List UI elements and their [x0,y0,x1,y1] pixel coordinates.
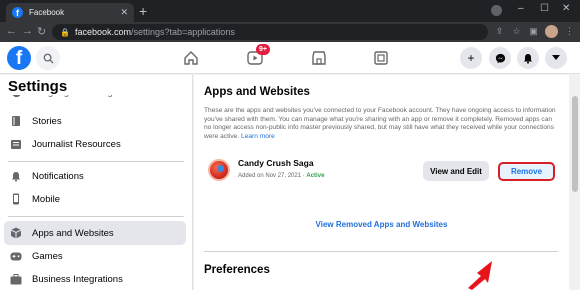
bell-icon [10,170,22,182]
briefcase-icon [10,273,22,285]
browser-tab-bar: f Facebook ✕ + – ☐ ✕ [0,0,580,22]
app-status-badge: Active [306,173,325,179]
sidebar-divider [8,161,184,162]
page-title: Settings [8,78,188,95]
close-tab-icon[interactable]: ✕ [120,7,128,18]
bookmark-star-icon[interactable]: ☆ [511,26,522,37]
facebook-header: f + [0,42,580,74]
reload-icon[interactable]: ↻ [37,25,46,38]
facebook-search-button[interactable] [36,46,60,70]
create-button[interactable]: + [460,47,482,69]
news-icon [10,138,22,150]
sidebar-item-journalist-resources[interactable]: Journalist Resources [4,132,186,156]
browser-tab[interactable]: f Facebook ✕ [6,3,134,22]
box-icon [10,227,22,239]
browser-menu-icon[interactable]: ⋮ [564,26,575,37]
app-added-date: Added on Nov 27, 2021 · [238,173,307,179]
maximize-icon[interactable]: ☐ [540,3,549,14]
gamepad-icon [10,250,22,262]
sidebar-item-label: Notifications [32,170,84,182]
sidebar-item-label: Games [32,250,63,262]
gaming-icon[interactable] [370,48,392,68]
share-icon[interactable]: ⇪ [494,26,505,37]
facebook-favicon-icon: f [12,7,23,18]
browser-profile-avatar[interactable] [545,25,558,38]
candy-crush-app-icon [208,159,230,181]
apps-and-websites-panel: Apps and Websites These are the apps and… [194,75,569,290]
view-and-edit-button[interactable]: View and Edit [423,161,489,181]
new-tab-button[interactable]: + [139,4,147,18]
section-description: These are the apps and websites you've c… [204,107,556,141]
sidebar-item-apps-and-websites[interactable]: Apps and Websites [4,221,186,245]
app-meta: Added on Nov 27, 2021 · Active [238,173,324,179]
sidebar-item-label: Journalist Resources [32,138,121,150]
pointer-arrow-annotation-icon [468,261,492,290]
preferences-heading: Preferences [204,264,270,276]
app-name[interactable]: Candy Crush Saga [238,158,314,168]
tab-search-icon[interactable] [491,5,502,16]
sidebar-item-stories[interactable]: Stories [4,109,186,133]
book-icon [10,115,22,127]
forward-icon[interactable]: → [22,25,33,37]
facebook-logo[interactable]: f [7,46,31,70]
section-title: Apps and Websites [204,86,310,98]
lock-icon: 🔒 [60,27,70,37]
messenger-icon[interactable] [489,47,511,69]
sidebar-item-label: Stories [32,115,62,127]
app-row: Candy Crush Saga Added on Nov 27, 2021 ·… [200,153,558,187]
notification-badge: 9+ [256,44,270,55]
section-divider [204,251,558,252]
home-icon[interactable] [180,48,202,68]
settings-sidebar: Language and Region Settings Stories Jou… [0,75,193,290]
sidebar-item-games[interactable]: Games [4,244,186,268]
search-icon [43,53,54,64]
marketplace-icon[interactable] [308,48,330,68]
sidebar-item-business-integrations[interactable]: Business Integrations [4,267,186,290]
sidebar-item-notifications[interactable]: Notifications [4,164,186,188]
scrollbar-thumb[interactable] [572,96,578,192]
remove-button[interactable]: Remove [498,162,555,181]
sidebar-item-label: Business Integrations [32,273,123,285]
address-bar-row: ← → ↻ 🔒 facebook.com /settings?tab=appli… [0,22,580,42]
back-icon[interactable]: ← [6,25,17,37]
window-close-icon[interactable]: ✕ [562,3,570,14]
extensions-icon[interactable]: ▣ [528,26,539,37]
url-path: /settings?tab=applications [131,27,235,37]
sidebar-divider [8,216,184,217]
sidebar-item-mobile[interactable]: Mobile [4,187,186,211]
url-input[interactable]: 🔒 facebook.com /settings?tab=application… [52,24,488,40]
tab-title: Facebook [29,8,65,17]
view-removed-apps-link[interactable]: View Removed Apps and Websites [194,220,569,229]
notifications-bell-icon[interactable] [517,47,539,69]
minimize-icon[interactable]: – [518,3,524,14]
learn-more-link[interactable]: Learn more [241,133,275,140]
sidebar-item-label: Mobile [32,193,60,205]
sidebar-item-label: Apps and Websites [32,227,114,239]
phone-icon [10,193,22,205]
url-host: facebook.com [74,27,131,37]
account-menu-chevron-icon[interactable] [545,47,567,69]
